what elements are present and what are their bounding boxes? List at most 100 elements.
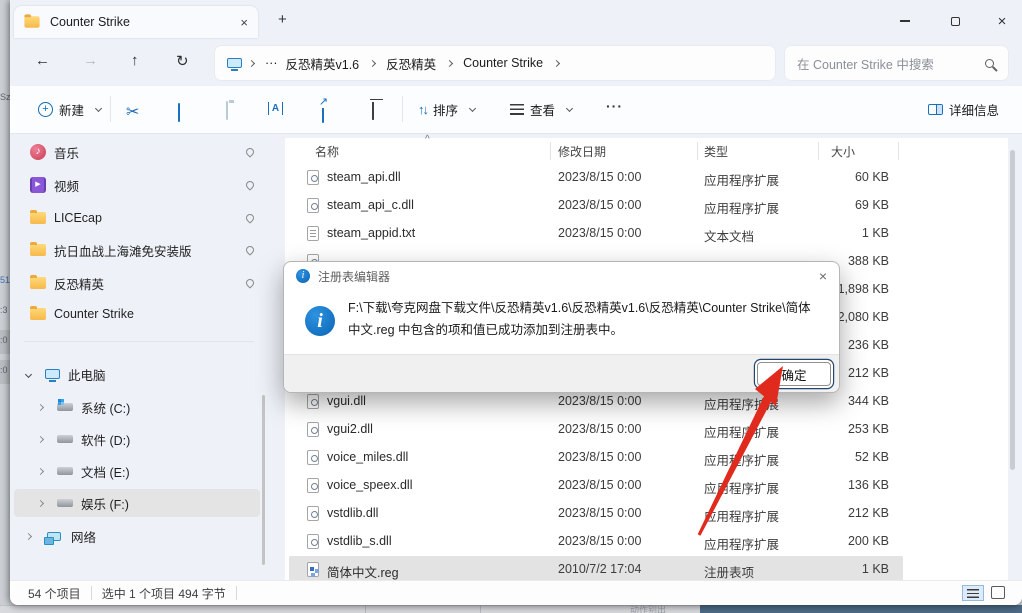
- divider: [91, 586, 92, 600]
- file-row[interactable]: voice_miles.dll2023/8/15 0:00应用程序扩展52 KB: [285, 444, 1008, 472]
- divider: [236, 586, 237, 600]
- file-row[interactable]: vgui2.dll2023/8/15 0:00应用程序扩展253 KB: [285, 416, 1008, 444]
- file-row[interactable]: steam_api_c.dll2023/8/15 0:00应用程序扩展69 KB: [285, 192, 1008, 220]
- column-resize-handle[interactable]: [697, 142, 698, 160]
- column-header-name[interactable]: 名称: [315, 143, 339, 160]
- folder-icon: [24, 16, 39, 27]
- sidebar-item-counter-strike[interactable]: Counter Strike: [24, 300, 264, 328]
- chevron-down-icon: [95, 105, 102, 112]
- window-close-button[interactable]: ×: [985, 10, 1019, 32]
- breadcrumb-item[interactable]: 反恐精英v1.6: [282, 54, 364, 73]
- background-highlight: :0: [0, 330, 10, 354]
- sidebar-item-drive-f[interactable]: 娱乐 (F:): [14, 489, 260, 517]
- divider: [480, 605, 481, 613]
- back-button[interactable]: ←: [35, 52, 50, 69]
- sidebar-item-this-pc[interactable]: 此电脑: [14, 360, 260, 388]
- chevron-right-icon: [37, 435, 44, 442]
- minimize-button[interactable]: [888, 10, 922, 32]
- column-header-date[interactable]: 修改日期: [558, 143, 606, 160]
- more-options-button[interactable]: ···: [606, 98, 623, 114]
- search-placeholder: 在 Counter Strike 中搜索: [797, 54, 985, 73]
- dialog-title-bar[interactable]: i 注册表编辑器 ×: [284, 262, 839, 290]
- up-button[interactable]: ↑: [131, 52, 139, 69]
- pin-icon: [244, 146, 255, 157]
- sort-button[interactable]: ↑↓ 排序: [418, 100, 475, 119]
- sort-ascending-icon: ^: [425, 134, 430, 145]
- sidebar-scrollbar[interactable]: [262, 395, 265, 565]
- background-window-fragment: Sz 51 :3 :0 :0: [0, 0, 10, 613]
- file-list-header: 名称 ^ 修改日期 类型 大小: [285, 138, 1008, 164]
- new-tab-button[interactable]: +: [278, 12, 287, 27]
- view-button[interactable]: 查看: [510, 100, 572, 119]
- column-header-type[interactable]: 类型: [704, 143, 728, 160]
- sidebar-item-videos[interactable]: ▶ 视频: [24, 171, 264, 199]
- share-button[interactable]: ↗: [322, 104, 324, 123]
- network-icon: [47, 532, 61, 541]
- sidebar-item-game-folder[interactable]: 抗日血战上海滩免安装版: [24, 236, 264, 264]
- column-resize-handle[interactable]: [550, 142, 551, 160]
- breadcrumb[interactable]: ··· 反恐精英v1.6 反恐精英 Counter Strike: [215, 46, 775, 80]
- pin-icon: [244, 212, 255, 223]
- copy-button[interactable]: [178, 103, 180, 122]
- sort-label: 排序: [433, 100, 458, 119]
- share-arrow-icon: ↗: [319, 97, 328, 108]
- maximize-button[interactable]: [938, 10, 972, 32]
- breadcrumb-item[interactable]: 反恐精英: [382, 54, 440, 73]
- status-bar: 54 个项目 选中 1 个项目 494 字节: [10, 580, 1022, 605]
- sidebar-item-label: 反恐精英: [54, 274, 104, 293]
- folder-icon: [30, 308, 46, 320]
- file-row[interactable]: vstdlib.dll2023/8/15 0:00应用程序扩展212 KB: [285, 500, 1008, 528]
- pin-icon: [244, 277, 255, 288]
- details-pane-button[interactable]: 详细信息: [928, 100, 999, 119]
- column-header-size[interactable]: 大小: [831, 143, 855, 160]
- explorer-tab[interactable]: Counter Strike ×: [14, 6, 258, 38]
- breadcrumb-overflow[interactable]: ···: [261, 56, 282, 70]
- refresh-button[interactable]: ↻: [176, 52, 189, 70]
- file-row[interactable]: voice_speex.dll2023/8/15 0:00应用程序扩展136 K…: [285, 472, 1008, 500]
- computer-icon: [45, 369, 60, 379]
- large-icons-view-toggle[interactable]: [991, 586, 1005, 599]
- sidebar-item-music[interactable]: ♪ 音乐: [24, 138, 264, 166]
- details-panel-icon: [928, 104, 943, 115]
- background-text: Sz: [0, 92, 11, 102]
- sidebar-item-drive-d[interactable]: 软件 (D:): [14, 425, 260, 453]
- new-label: 新建: [59, 100, 84, 119]
- file-row[interactable]: vstdlib_s.dll2023/8/15 0:00应用程序扩展200 KB: [285, 528, 1008, 556]
- file-row[interactable]: steam_appid.txt2023/8/15 0:00文本文档1 KB: [285, 220, 1008, 248]
- chevron-right-icon: [37, 499, 44, 506]
- breadcrumb-item-current[interactable]: Counter Strike: [459, 56, 547, 70]
- drive-icon: [57, 467, 73, 475]
- sidebar-item-network[interactable]: 网络: [14, 522, 260, 550]
- chevron-right-icon: [37, 403, 44, 410]
- column-resize-handle[interactable]: [898, 142, 899, 160]
- sidebar-item-label: 音乐: [54, 143, 79, 162]
- dialog-close-button[interactable]: ×: [819, 268, 827, 284]
- sidebar-item-licecap[interactable]: LICEcap: [24, 204, 264, 232]
- column-resize-handle[interactable]: [818, 142, 819, 160]
- sidebar-item-drive-c[interactable]: 系统 (C:): [14, 393, 260, 421]
- dialog-footer: 确定: [284, 354, 839, 392]
- screen: Sz 51 :3 :0 :0 动作别出 Counter Strike × + ×…: [0, 0, 1022, 613]
- delete-button[interactable]: [372, 102, 374, 120]
- search-input[interactable]: 在 Counter Strike 中搜索: [785, 46, 1008, 80]
- folder-icon: [30, 244, 46, 256]
- search-icon: [985, 59, 994, 68]
- rename-button[interactable]: A: [268, 102, 283, 115]
- details-label: 详细信息: [949, 100, 999, 119]
- file-explorer-window: Counter Strike × + × ← → ↑ ↻ ··· 反恐精英v1.…: [10, 0, 1022, 605]
- paste-button[interactable]: [226, 101, 228, 120]
- ok-button[interactable]: 确定: [757, 362, 831, 386]
- cut-button[interactable]: ✂: [126, 102, 139, 122]
- file-row[interactable]: steam_api.dll2023/8/15 0:00应用程序扩展60 KB: [285, 164, 1008, 192]
- sidebar-item-cs-folder[interactable]: 反恐精英: [24, 269, 264, 297]
- view-label: 查看: [530, 100, 555, 119]
- new-button[interactable]: + 新建: [38, 100, 101, 119]
- view-lines-icon: [510, 104, 524, 115]
- dll-file-icon: [307, 422, 319, 437]
- maximize-icon: [951, 17, 960, 26]
- vertical-scrollbar[interactable]: [1010, 150, 1015, 470]
- forward-button[interactable]: →: [83, 52, 98, 69]
- sidebar-item-drive-e[interactable]: 文档 (E:): [14, 457, 260, 485]
- tab-close-button[interactable]: ×: [240, 16, 248, 29]
- details-view-toggle[interactable]: [962, 585, 984, 601]
